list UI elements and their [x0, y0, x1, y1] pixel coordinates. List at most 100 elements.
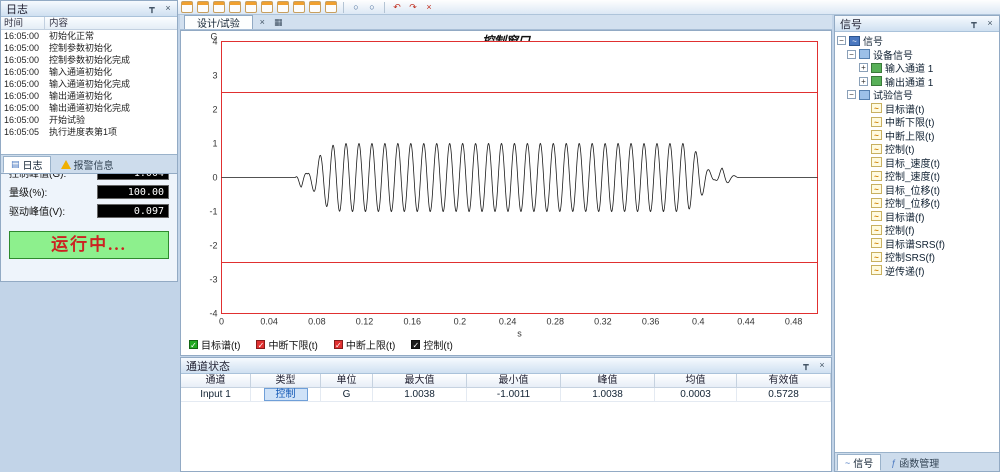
tree-signal-row[interactable]: ~逆传递(f) [835, 264, 999, 278]
svg-text:0.44: 0.44 [737, 317, 755, 327]
pin-icon[interactable]: ┳ [968, 18, 980, 30]
tree-channel-row[interactable]: +输出通道 1 [835, 75, 999, 89]
tree-group-device[interactable]: −设备信号 [835, 48, 999, 62]
tree-signal-row[interactable]: ~控制SRS(f) [835, 250, 999, 264]
log-row[interactable]: 16:05:05执行进度表第1项 [1, 126, 177, 138]
log-row[interactable]: 16:05:00控制参数初始化完成 [1, 54, 177, 66]
legend-item[interactable]: ✓目标谱(t) [189, 337, 240, 352]
pin-icon[interactable]: ┳ [146, 3, 158, 15]
signal-panel: 信号 ┳ × −~信号−设备信号+输入通道 1+输出通道 1−试验信号~目标谱(… [834, 15, 1000, 472]
log-row[interactable]: 16:05:00开始试验 [1, 114, 177, 126]
svg-text:0.16: 0.16 [403, 317, 421, 327]
tree-expander-icon[interactable]: − [847, 50, 856, 59]
zoom-out-icon[interactable]: ○ [366, 1, 378, 13]
log-row[interactable]: 16:05:00输入通道初始化 [1, 66, 177, 78]
log-column-content: 内容 [45, 17, 177, 29]
tab-signal[interactable]: ~ 信号 [837, 454, 881, 471]
log-row[interactable]: 16:05:00控制参数初始化 [1, 42, 177, 54]
tree-signal-row[interactable]: ~目标谱(f) [835, 210, 999, 224]
waveform-icon: ~ [871, 238, 882, 248]
signal-panel-title: 信号 [840, 16, 862, 32]
tree-signal-row[interactable]: ~目标_速度(t) [835, 156, 999, 170]
tree-channel-row[interactable]: +输入通道 1 [835, 61, 999, 75]
waveform-icon: ~ [871, 144, 882, 154]
tree-signal-row[interactable]: ~目标谱(t) [835, 102, 999, 116]
legend-item[interactable]: ✓控制(t) [411, 337, 452, 352]
log-row[interactable]: 16:05:00输出通道初始化 [1, 90, 177, 102]
tree-signal-row[interactable]: ~控制(t) [835, 142, 999, 156]
log-footer-tabs: ▤ 日志 报警信息 [1, 154, 177, 173]
tree-signal-row[interactable]: ~目标谱SRS(f) [835, 237, 999, 251]
srs-window-icon[interactable] [181, 1, 193, 13]
log-row[interactable]: 16:05:00输出通道初始化完成 [1, 102, 177, 114]
tree-group-test[interactable]: −试验信号 [835, 88, 999, 102]
zoom-in-icon[interactable]: ○ [350, 1, 362, 13]
tree-signal-row[interactable]: ~控制_位移(t) [835, 196, 999, 210]
redo-icon[interactable]: ↷ [407, 1, 419, 13]
tree-root-signal[interactable]: −~信号 [835, 34, 999, 48]
legend-item[interactable]: ✓中断上限(t) [334, 337, 395, 352]
log-row[interactable]: 16:05:00初始化正常 [1, 30, 177, 42]
tree-signal-row[interactable]: ~中断下限(t) [835, 115, 999, 129]
undo-icon[interactable]: ↶ [391, 1, 403, 13]
log-column-headers: 时间 内容 [1, 17, 177, 30]
windows-list-icon[interactable]: ▦ [272, 16, 285, 29]
tree-expander-icon[interactable]: + [859, 77, 868, 86]
log-message: 输出通道初始化 [45, 90, 177, 102]
legend-item[interactable]: ✓中断下限(t) [256, 337, 317, 352]
layout-window-icon[interactable] [229, 1, 241, 13]
cascade-windows-icon[interactable] [261, 1, 273, 13]
log-message: 执行进度表第1项 [45, 126, 177, 138]
log-message: 控制参数初始化 [45, 42, 177, 54]
legend-checkbox[interactable]: ✓ [256, 340, 265, 349]
legend-checkbox[interactable]: ✓ [411, 340, 420, 349]
tile-windows-icon[interactable] [245, 1, 257, 13]
log-message: 初始化正常 [45, 30, 177, 42]
cursor-tool-icon[interactable] [325, 1, 337, 13]
channel-type-badge[interactable]: 控制 [264, 388, 308, 401]
tree-item-label: 逆传递(f) [885, 263, 924, 278]
tab-alarm-info[interactable]: 报警信息 [53, 156, 122, 173]
tree-signal-row[interactable]: ~目标_位移(t) [835, 183, 999, 197]
svg-text:0.24: 0.24 [499, 317, 517, 327]
tree-expander-icon[interactable]: − [837, 36, 846, 45]
log-row[interactable]: 16:05:00输入通道初始化完成 [1, 78, 177, 90]
add-curve-icon[interactable] [293, 1, 305, 13]
channel-panel-title: 通道状态 [186, 358, 230, 374]
tab-function-manager-label: 函数管理 [899, 455, 939, 470]
log-time: 16:05:00 [1, 114, 45, 126]
svg-text:0.08: 0.08 [308, 317, 326, 327]
channel-cell: Input 1 [181, 388, 251, 402]
tree-signal-row[interactable]: ~控制(f) [835, 223, 999, 237]
pin-icon[interactable]: ┳ [800, 360, 812, 372]
channel-cell: 0.5728 [737, 388, 831, 402]
svg-text:0.04: 0.04 [260, 317, 278, 327]
waveform-icon: ~ [871, 117, 882, 127]
table-window-icon[interactable] [197, 1, 209, 13]
report-window-icon[interactable] [213, 1, 225, 13]
close-icon[interactable]: × [984, 18, 996, 30]
tab-function-manager[interactable]: ƒ 函数管理 [883, 454, 947, 471]
tab-design-test[interactable]: 设计/试验 [184, 15, 253, 29]
tree-expander-icon[interactable]: − [847, 90, 856, 99]
chart-svg[interactable]: 43210-1-2-3-400.040.080.120.160.20.240.2… [181, 31, 831, 355]
tree-expander-icon[interactable]: + [859, 63, 868, 72]
legend-checkbox[interactable]: ✓ [189, 340, 198, 349]
status-value: 100.00 [97, 185, 169, 199]
channel-column-header: 有效值 [737, 374, 831, 388]
close-icon[interactable]: × [162, 3, 174, 15]
remove-curve-icon[interactable] [309, 1, 321, 13]
channel-rows: Input 1控制G1.0038-1.00111.00380.00030.572… [181, 388, 831, 402]
log-time: 16:05:00 [1, 42, 45, 54]
tree-signal-row[interactable]: ~中断上限(t) [835, 129, 999, 143]
svg-text:G: G [211, 32, 218, 42]
channel-row[interactable]: Input 1控制G1.0038-1.00111.00380.00030.572… [181, 388, 831, 402]
tree-signal-row[interactable]: ~控制_速度(t) [835, 169, 999, 183]
legend-checkbox[interactable]: ✓ [334, 340, 343, 349]
new-curve-window-icon[interactable] [277, 1, 289, 13]
svg-text:-4: -4 [209, 309, 217, 319]
close-tab-icon[interactable]: × [256, 16, 269, 29]
close-icon[interactable]: × [816, 360, 828, 372]
tab-log[interactable]: ▤ 日志 [3, 156, 51, 173]
delete-icon[interactable]: × [423, 1, 435, 13]
